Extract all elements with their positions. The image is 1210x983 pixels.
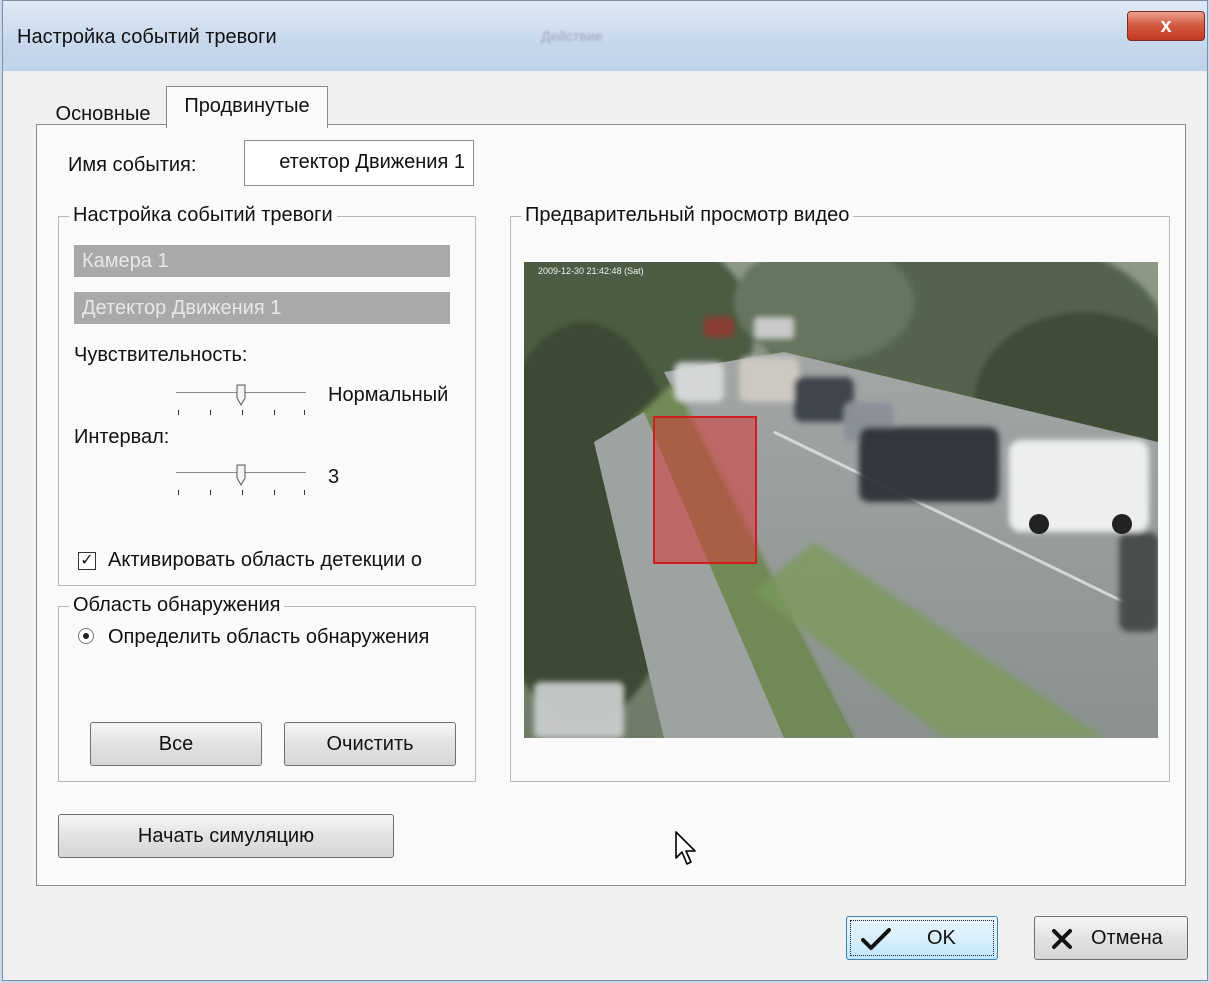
checkmark-icon: ✓ bbox=[80, 552, 94, 569]
video-preview-title: Предварительный просмотр видео bbox=[521, 204, 854, 227]
clear-button[interactable]: Очистить bbox=[284, 722, 456, 766]
slider-thumb[interactable] bbox=[236, 384, 246, 406]
cancel-label: Отмена bbox=[1091, 927, 1163, 949]
define-area-radio[interactable] bbox=[78, 628, 94, 644]
tab-advanced[interactable]: Продвинутые bbox=[166, 86, 328, 128]
clear-button-label: Очистить bbox=[326, 733, 414, 755]
detector-field: Детектор Движения 1 bbox=[74, 292, 450, 324]
event-name-input[interactable]: етектор Движения 1 bbox=[244, 140, 474, 186]
detection-area-title: Область обнаружения bbox=[69, 594, 285, 617]
title-bar[interactable]: Настройка событий тревоги Действие x bbox=[3, 1, 1207, 71]
interval-label: Интервал: bbox=[74, 426, 170, 448]
detector-value: Детектор Движения 1 bbox=[82, 297, 282, 319]
camera-field: Камера 1 bbox=[74, 245, 450, 277]
sensitivity-slider[interactable] bbox=[172, 380, 312, 420]
activate-area-label: Активировать область детекции о bbox=[108, 549, 422, 571]
camera-value: Камера 1 bbox=[82, 250, 169, 272]
activate-area-checkbox[interactable]: ✓ bbox=[78, 552, 96, 570]
detection-zone[interactable] bbox=[653, 416, 757, 564]
check-icon bbox=[861, 928, 891, 950]
sensitivity-value: Нормальный bbox=[328, 384, 449, 406]
divider bbox=[626, 838, 627, 874]
slider-thumb[interactable] bbox=[236, 464, 246, 486]
interval-slider[interactable] bbox=[172, 460, 312, 500]
tab-basic-label: Основные bbox=[55, 103, 151, 125]
event-name-label: Имя события: bbox=[68, 154, 197, 176]
all-button[interactable]: Все bbox=[90, 722, 262, 766]
close-button[interactable]: x bbox=[1127, 11, 1205, 41]
cross-icon bbox=[1052, 929, 1072, 949]
all-button-label: Все bbox=[158, 733, 194, 755]
define-area-label: Определить область обнаружения bbox=[108, 626, 430, 648]
ok-label: OK bbox=[927, 927, 956, 949]
cancel-button[interactable]: Отмена bbox=[1034, 916, 1188, 960]
video-timestamp: 2009-12-30 21:42:48 (Sat) bbox=[538, 266, 644, 276]
alarm-settings-title: Настройка событий тревоги bbox=[69, 204, 337, 227]
interval-value: 3 bbox=[328, 466, 340, 488]
close-icon: x bbox=[1160, 15, 1172, 37]
slider-ticks bbox=[176, 490, 306, 496]
mouse-cursor-icon bbox=[675, 831, 696, 865]
video-preview[interactable]: 2009-12-30 21:42:48 (Sat) bbox=[524, 262, 1158, 738]
background-window-title: Действие bbox=[541, 28, 603, 44]
sensitivity-label: Чувствительность: bbox=[74, 344, 248, 366]
slider-ticks bbox=[176, 410, 306, 416]
ok-button[interactable]: OK bbox=[846, 916, 998, 960]
tab-advanced-label: Продвинутые bbox=[184, 95, 310, 117]
window-title: Настройка событий тревоги bbox=[17, 26, 277, 48]
camera-frame-image: 2009-12-30 21:42:48 (Sat) bbox=[524, 262, 1158, 738]
start-simulation-label: Начать симуляцию bbox=[137, 825, 315, 847]
start-simulation-button[interactable]: Начать симуляцию bbox=[58, 814, 394, 858]
event-name-value: етектор Движения 1 bbox=[279, 151, 465, 173]
